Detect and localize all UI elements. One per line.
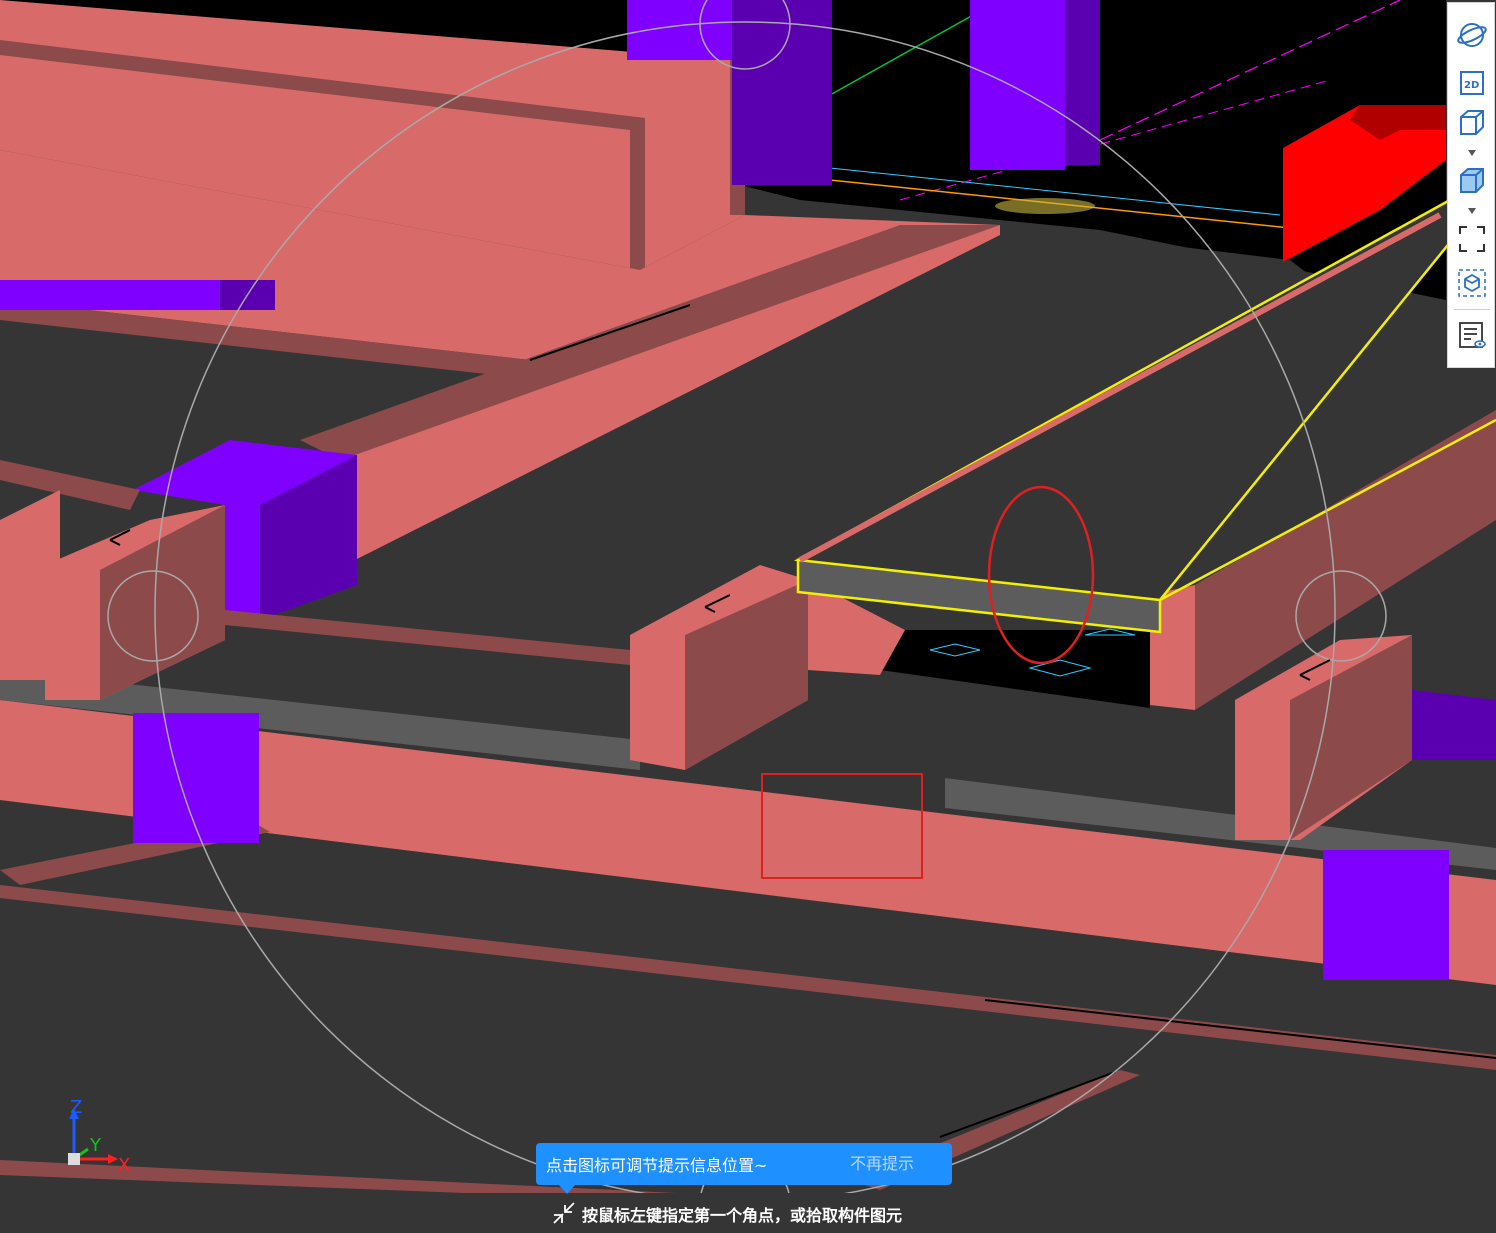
column-top-2-side: [1065, 0, 1100, 165]
column-top-1-side: [732, 0, 832, 185]
cube-outline-icon: [1460, 110, 1484, 135]
orbit-icon: [1457, 23, 1487, 47]
full-screen-button[interactable]: [1456, 223, 1488, 255]
toolbar-separator: [1454, 309, 1490, 310]
tip-arrow: [558, 1184, 576, 1194]
status-prompt: 按鼠标左键指定第一个角点，或拾取构件图元: [582, 1206, 903, 1225]
view-3d-button[interactable]: [1456, 107, 1488, 139]
axis-indicator: Z Y X: [68, 1097, 130, 1176]
dashed-cube-icon: [1458, 269, 1486, 297]
column-top-1: [627, 0, 732, 60]
tip-bubble[interactable]: 点击图标可调节提示信息位置~ 不再提示: [536, 1143, 952, 1194]
column-front-left: [133, 713, 259, 843]
tip-text: 点击图标可调节提示信息位置~: [546, 1156, 768, 1175]
render-mode-dropdown-icon[interactable]: [1467, 207, 1477, 215]
3d-scene[interactable]: [0, 0, 1496, 1233]
pick-corner-icon[interactable]: [552, 1201, 576, 1225]
display-settings-button[interactable]: [1456, 319, 1488, 351]
view-2d-button[interactable]: 2D: [1456, 67, 1488, 99]
column-right-edge: [1412, 690, 1496, 760]
dynamic-observe-button[interactable]: [1456, 19, 1488, 51]
cad-hatch: [995, 198, 1095, 214]
beam-axis-line-2: [939, 1071, 1116, 1138]
2d-label: 2D: [1464, 80, 1479, 91]
z-label: Z: [70, 1097, 82, 1118]
y-label: Y: [89, 1135, 102, 1156]
column-top-2: [970, 0, 1065, 170]
2d-view-icon: 2D: [1460, 71, 1484, 95]
beam-axis-line: [984, 999, 1496, 1059]
view-3d-dropdown-icon[interactable]: [1467, 149, 1477, 157]
view-toolbar: 2D: [1447, 2, 1495, 368]
axis-origin: [68, 1153, 80, 1165]
isolate-button[interactable]: [1456, 267, 1488, 299]
cube-solid-icon: [1460, 168, 1484, 193]
3d-viewport[interactable]: Z Y X 2D 按鼠标左键指定第一个角点，或拾取构件图元 点击图标可调节提示信…: [0, 0, 1496, 1233]
list-eye-icon: [1459, 322, 1486, 348]
tip-dismiss-button[interactable]: 不再提示: [850, 1143, 914, 1185]
render-mode-button[interactable]: [1456, 165, 1488, 197]
x-axis-arrow: [108, 1154, 118, 1164]
column-front-right: [1323, 850, 1449, 980]
x-label: X: [118, 1155, 130, 1176]
column-left-strip: [0, 280, 220, 310]
fullscreen-icon: [1459, 226, 1485, 252]
